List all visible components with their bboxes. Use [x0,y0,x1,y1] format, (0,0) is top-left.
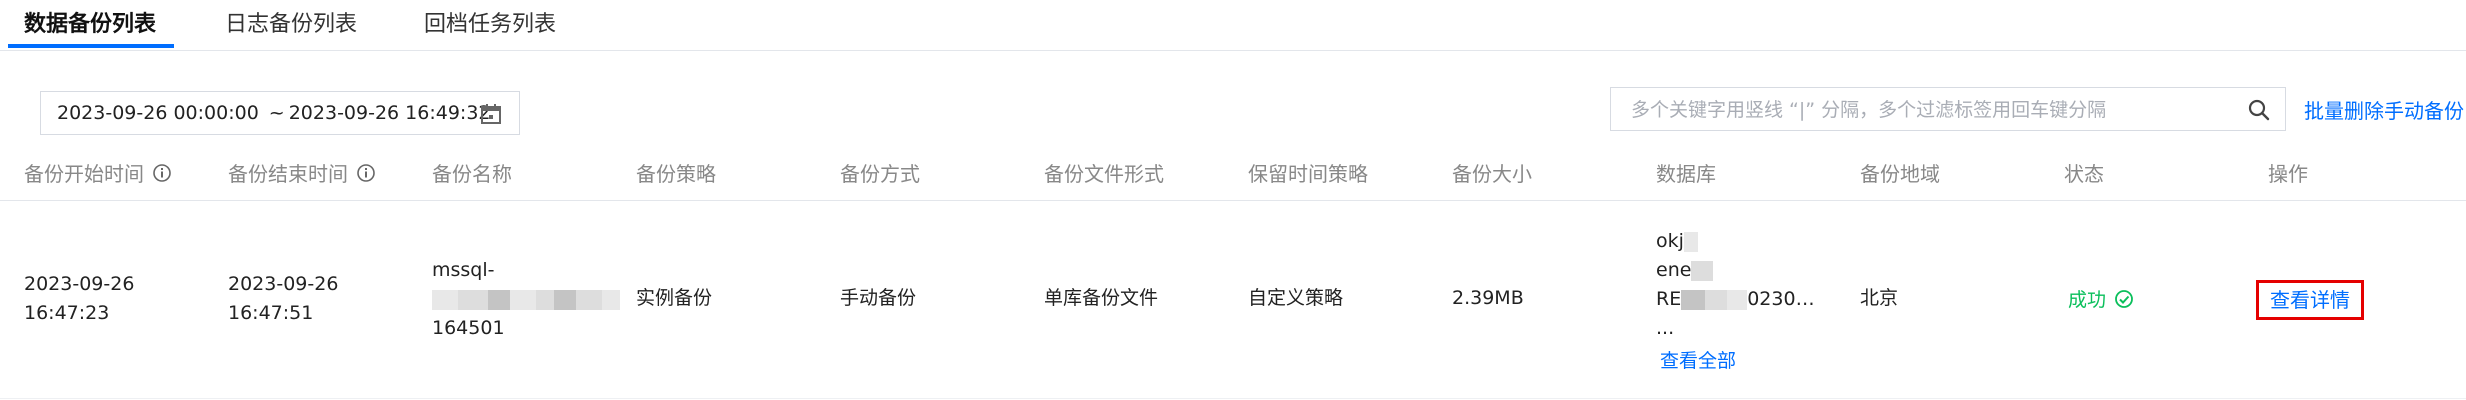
success-check-icon [2115,289,2133,308]
start-date: 2023-09-26 [24,273,135,295]
column-header-status: 状态 [2064,162,2104,186]
column-header-end-time[interactable]: 备份结束时间 [228,158,376,187]
search-input[interactable] [1629,88,2223,132]
backup-name-prefix: mssql- [432,259,495,281]
retention-policy: 自定义策略 [1248,287,1344,309]
backup-file-form: 单库备份文件 [1044,287,1159,309]
column-header-file-form: 备份文件形式 [1044,162,1164,186]
table-header: 备份开始时间 备份结束时间 备份名称 备份策略 备份方式 备份文件形式 保留时间… [0,150,2466,201]
database-more: ... [1656,317,1675,339]
backup-region: 北京 [1860,287,1899,309]
view-all-databases-link[interactable]: 查看全部 [1660,346,1736,373]
date-range-start: 2023-09-26 00:00:00 [57,102,259,124]
search-icon[interactable] [2247,98,2271,122]
info-icon[interactable] [152,163,172,183]
date-range-picker[interactable]: 2023-09-26 00:00:00 ~ 2023-09-26 16:49:3… [40,91,520,135]
view-details-link[interactable]: 查看详情 [2256,280,2364,320]
column-header-start-time[interactable]: 备份开始时间 [24,158,172,187]
batch-delete-manual-backup-link[interactable]: 批量删除手动备份 [2304,95,2464,124]
date-range-end: 2023-09-26 16:49:32 [288,102,491,124]
database-line-1: okj [1656,227,1698,256]
column-header-retention-policy: 保留时间策略 [1248,162,1368,186]
column-header-backup-name: 备份名称 [432,162,512,186]
tab-rollback-task-list[interactable]: 回档任务列表 [424,0,556,49]
end-time: 16:47:51 [228,302,314,324]
calendar-icon[interactable] [479,102,503,126]
row-divider [0,398,2466,399]
column-header-database: 数据库 [1656,162,1716,186]
tab-data-backup-list[interactable]: 数据备份列表 [24,0,156,49]
column-header-backup-method: 备份方式 [840,162,920,186]
column-header-backup-size: 备份大小 [1452,162,1532,186]
backup-name-suffix: 164501 [432,317,505,339]
column-header-backup-policy: 备份策略 [636,162,716,186]
status-badge: 成功 [2068,285,2134,312]
database-line-2: ene [1656,256,1714,285]
tab-bar: 数据备份列表 日志备份列表 回档任务列表 [0,0,2466,51]
active-tab-indicator [8,44,174,48]
column-header-actions: 操作 [2268,162,2308,186]
database-line-3: RE 0230… [1656,288,1815,310]
backup-size: 2.39MB [1452,287,1524,309]
end-date: 2023-09-26 [228,273,339,295]
tab-log-backup-list[interactable]: 日志备份列表 [225,0,357,49]
column-header-backup-region: 备份地域 [1860,162,1940,186]
status-text: 成功 [2068,289,2107,311]
backup-policy: 实例备份 [636,287,713,309]
start-time: 16:47:23 [24,302,110,324]
backup-name-redacted [432,285,620,314]
info-icon[interactable] [356,163,376,183]
backup-method: 手动备份 [840,287,917,309]
search-box [1610,87,2286,132]
date-range-separator: ~ [268,102,285,124]
